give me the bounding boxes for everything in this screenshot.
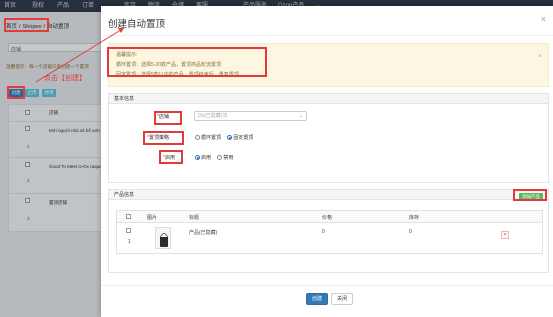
annotation-box-tips: [107, 47, 267, 77]
annotation-arrow: [35, 27, 125, 83]
annotation-box-enable: [159, 150, 183, 164]
annotation-box-strategy: [143, 131, 184, 145]
annotation-box-shop: [154, 111, 182, 125]
annotation-box-add-product: [513, 189, 547, 201]
